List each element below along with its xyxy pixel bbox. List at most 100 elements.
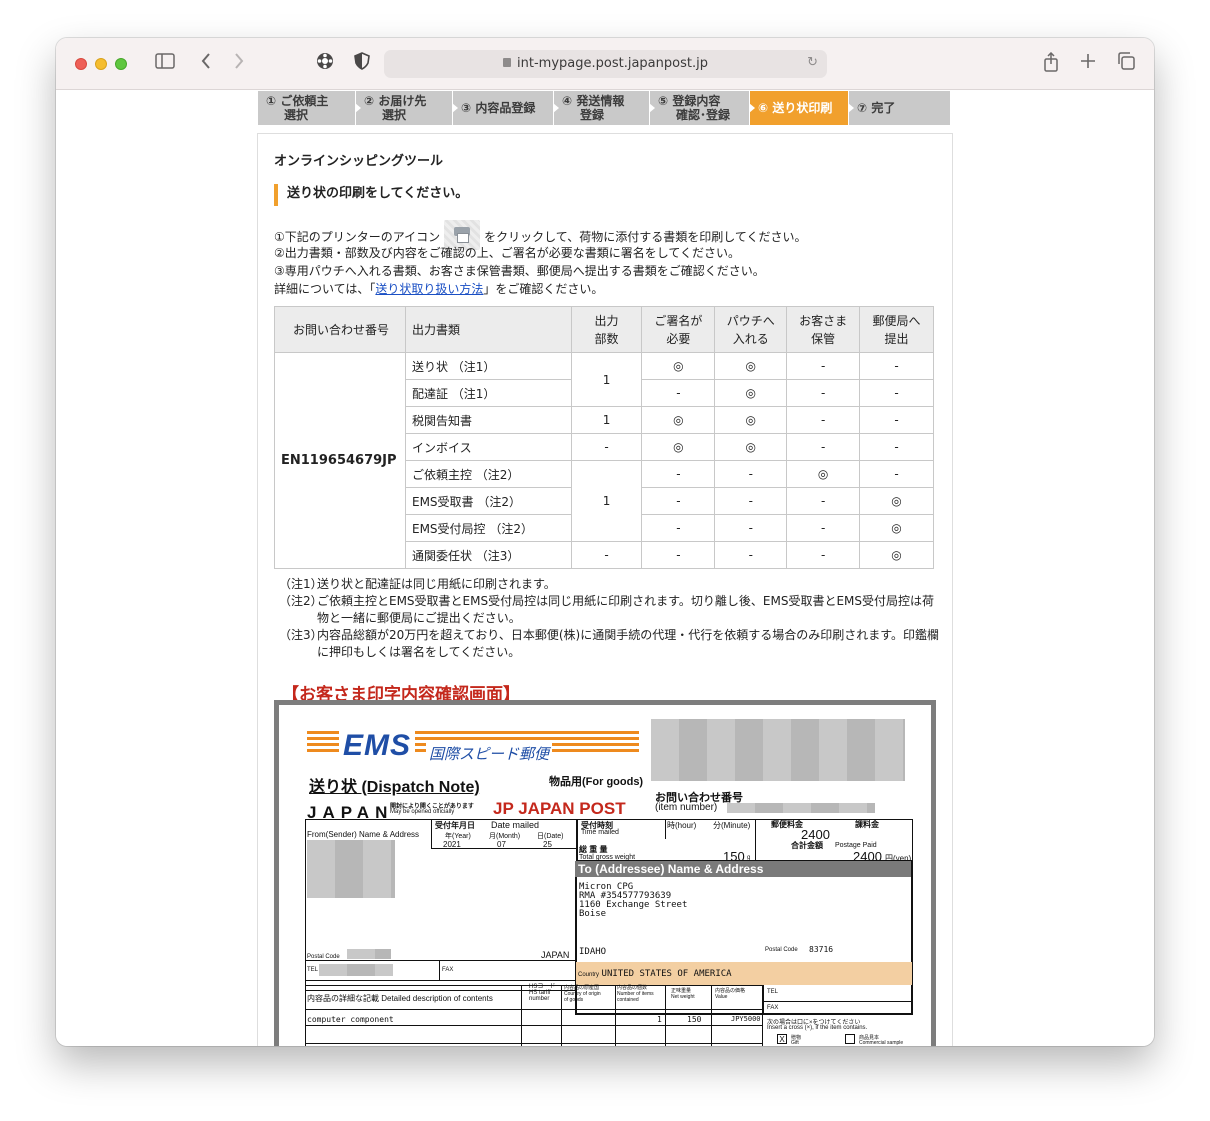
- pouch-cell: ◎: [714, 379, 788, 407]
- extension-icon[interactable]: [314, 52, 336, 76]
- submit-cell: -: [859, 379, 934, 407]
- minimize-window-button[interactable]: [95, 58, 107, 70]
- sign-cell: -: [641, 514, 716, 542]
- ems-logo: EMS: [339, 731, 416, 761]
- cross-instruction-en: Insert a cross (×), if the item contains…: [767, 1025, 868, 1031]
- hour-label: 時(hour): [667, 821, 697, 830]
- sign-cell: -: [641, 460, 716, 488]
- label-preview: EMS 国際スピード郵便 送り状 (Dispatch Note) 物品用(For…: [274, 700, 936, 1046]
- note-3: （注3） 内容品総額が20万円を超えており、日本郵便(株)に通関手続の代理・代行を…: [279, 628, 939, 659]
- page-title: オンラインシッピングツール: [274, 154, 444, 169]
- hs-code-header: HSコード HS tariff number: [529, 984, 556, 1002]
- quantity-header: 内容品の個数 Number of items contained: [617, 985, 654, 1003]
- browser-toolbar: int-mypage.post.japanpost.jp ↻: [56, 38, 1154, 90]
- new-tab-icon[interactable]: [1077, 52, 1099, 76]
- redacted-sender-tel: [319, 964, 393, 976]
- item-quantity: 1: [657, 1015, 662, 1024]
- sender-country: JAPAN: [541, 950, 570, 960]
- tab-overview-icon[interactable]: [1115, 52, 1137, 76]
- keep-cell: -: [786, 514, 861, 542]
- divider: [711, 985, 712, 1046]
- address-state: IDAHO: [579, 947, 607, 957]
- addressee-header: To (Addressee) Name & Address: [575, 861, 911, 877]
- page-viewport: ① ご依頼主 選択 ② お届け先 選択 ③ 内容品登録 ④ 発送情報 登録 ⑤ 登録内…: [56, 91, 1154, 1046]
- japan-post-logo: JP JAPAN POST: [493, 799, 626, 818]
- pouch-cell: ◎: [714, 352, 788, 380]
- keep-cell: -: [786, 433, 861, 461]
- reload-icon[interactable]: ↻: [807, 55, 818, 70]
- url-text: int-mypage.post.japanpost.jp: [517, 56, 708, 71]
- pouch-cell: ◎: [714, 406, 788, 434]
- value-header: 内容品の価格 Value: [715, 988, 746, 1000]
- ems-japanese: 国際スピード郵便: [426, 743, 553, 764]
- doc-name: EMS受付局控 （注2）: [404, 514, 572, 542]
- submit-cell: -: [859, 406, 934, 434]
- sidebar-toggle-icon[interactable]: [153, 52, 177, 76]
- copies-cell: 1: [570, 406, 643, 434]
- keep-cell: -: [786, 406, 861, 434]
- instruction-2: ②出力書類・部数及び内容をご確認の上、ご署名が必要な書類に署名をしてください。: [274, 246, 741, 260]
- sign-cell: -: [641, 541, 716, 569]
- close-window-button[interactable]: [75, 58, 87, 70]
- goods-label: 物品用(For goods): [549, 776, 644, 788]
- lock-icon: [503, 58, 512, 67]
- browser-window: int-mypage.post.japanpost.jp ↻ ① ご依頼主 選択 …: [56, 38, 1154, 1046]
- net-weight-header: 正味重量 Net weight: [671, 988, 695, 1000]
- addressee-tel-label: TEL: [767, 989, 779, 995]
- item-weight: 150: [687, 1015, 702, 1024]
- date-label: 受付年月日: [435, 821, 475, 830]
- submit-cell: ◎: [859, 487, 934, 515]
- share-icon[interactable]: [1040, 51, 1062, 76]
- pouch-cell: -: [714, 487, 788, 515]
- handling-method-link[interactable]: 送り状取り扱い方法: [375, 282, 483, 296]
- divider: [755, 819, 756, 861]
- header-keep: お客さま 保管: [786, 306, 861, 353]
- redacted-item-number: [727, 803, 875, 813]
- doc-name: 通関委任状 （注3）: [404, 541, 572, 569]
- back-icon[interactable]: [196, 52, 216, 76]
- step-shipping-info: ④ 発送情報 登録: [554, 91, 655, 125]
- privacy-shield-icon[interactable]: [351, 52, 373, 76]
- item-description: computer component: [307, 1015, 394, 1024]
- instruction-3: ③専用パウチへ入れる書類、お客さま保管書類、郵便局へ提出する書類をご確認ください…: [274, 264, 765, 278]
- divider: [305, 1043, 763, 1044]
- pouch-cell: -: [714, 541, 788, 569]
- addressee-fax-label: FAX: [767, 1005, 779, 1011]
- step-print-label: ⑥ 送り状印刷: [750, 91, 854, 125]
- keep-cell: -: [786, 379, 861, 407]
- doc-name: ご依頼主控 （注2）: [404, 460, 572, 488]
- divider: [305, 1025, 763, 1026]
- keep-cell: -: [786, 541, 861, 569]
- submit-cell: ◎: [859, 541, 934, 569]
- header-submit: 郵便局へ 提出: [859, 306, 934, 353]
- divider: [561, 985, 562, 1046]
- gift-label-en: Gift: [791, 1040, 799, 1046]
- country-row: Country UNITED STATES OF AMERICA: [576, 962, 912, 985]
- copies-cell: 1: [570, 352, 643, 407]
- dispatch-note-title: 送り状 (Dispatch Note): [309, 779, 480, 796]
- divider: [305, 980, 577, 981]
- sign-cell: -: [641, 487, 716, 515]
- date-mailed-label: Date mailed: [491, 820, 540, 830]
- note-2: （注2） ご依頼主控とEMS受取書とEMS受付局控は同じ用紙に印刷されます。切り離…: [279, 594, 935, 625]
- pouch-cell: -: [714, 460, 788, 488]
- postage-paid-label: Postage Paid: [835, 842, 877, 849]
- sign-cell: -: [641, 379, 716, 407]
- forward-icon[interactable]: [229, 52, 249, 76]
- redacted-sender: [307, 840, 395, 898]
- zoom-window-button[interactable]: [115, 58, 127, 70]
- progress-steps: ① ご依頼主 選択 ② お届け先 選択 ③ 内容品登録 ④ 発送情報 登録 ⑤ 登録内…: [258, 91, 950, 125]
- dispatch-note-image: EMS 国際スピード郵便 送り状 (Dispatch Note) 物品用(For…: [279, 705, 931, 1046]
- header-tracking: お問い合わせ番号: [274, 306, 406, 353]
- submit-cell: -: [859, 352, 934, 380]
- sample-label-en: Commercial sample: [859, 1040, 904, 1046]
- doc-name: EMS受取書 （注2）: [404, 487, 572, 515]
- header-copies: 出力 部数: [570, 306, 643, 353]
- month-value: 07: [497, 840, 506, 849]
- sign-cell: ◎: [641, 433, 716, 461]
- header-pouch: パウチへ 入れる: [714, 306, 788, 353]
- address-line-4: Boise: [579, 909, 607, 919]
- address-bar[interactable]: int-mypage.post.japanpost.jp ↻: [384, 50, 827, 78]
- step-review: ⑤ 登録内容 確認･登録: [650, 91, 755, 125]
- table-row: EN119654679JP 送り状 （注1） 1 ◎ ◎ - -: [274, 352, 934, 569]
